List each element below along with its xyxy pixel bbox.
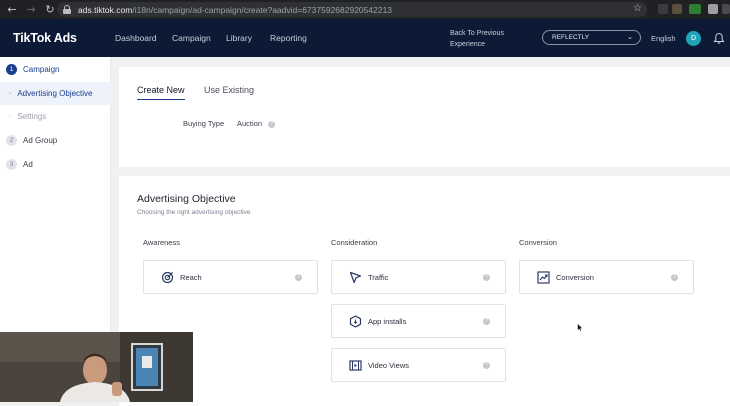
film-icon — [349, 360, 362, 371]
top-navbar: TikTok Ads Dashboard Campaign Library Re… — [0, 19, 730, 57]
extension-icon[interactable] — [722, 4, 730, 14]
sidebar-item-label: Campaign — [23, 65, 60, 74]
account-name: REFLECTLY — [552, 34, 590, 41]
main-content: Create New Use Existing Buying Type Auct… — [111, 57, 730, 406]
tab-use-existing[interactable]: Use Existing — [204, 85, 254, 99]
objective-label: Reach — [180, 273, 202, 282]
forward-arrow-icon[interactable]: → — [24, 3, 38, 17]
sidebar-item-label: Ad — [23, 160, 33, 169]
address-bar[interactable]: ads.tiktok.com/i18n/campaign/ad-campaign… — [57, 2, 647, 17]
tab-create-new[interactable]: Create New — [137, 85, 185, 100]
objective-card: Advertising Objective Choosing the right… — [119, 176, 730, 406]
section-title: Advertising Objective — [137, 193, 236, 205]
mouse-cursor-icon — [577, 323, 583, 332]
sidebar-item-label: Settings — [17, 112, 47, 121]
cursor-arrow-icon — [349, 271, 362, 284]
tiktok-ads-logo[interactable]: TikTok Ads — [13, 31, 77, 45]
presenter-video-image — [0, 332, 193, 402]
sidebar-item-ad[interactable]: 3 Ad — [0, 153, 111, 176]
back-to-previous-link[interactable]: Back To Previous Experience — [450, 28, 520, 50]
sub-step-marker: · — [9, 90, 12, 97]
objective-label: Traffic — [368, 273, 389, 282]
app-box-icon — [349, 315, 362, 328]
extension-icon[interactable] — [689, 4, 701, 14]
help-icon[interactable]: ? — [483, 274, 490, 281]
sub-step-marker: · — [9, 113, 12, 120]
lock-icon — [63, 5, 71, 14]
nav-reporting[interactable]: Reporting — [270, 33, 307, 43]
trend-chart-icon — [537, 271, 550, 284]
sidebar-item-label: Advertising Objective — [17, 89, 93, 98]
webcam-overlay — [0, 332, 193, 402]
sidebar-item-ad-group[interactable]: 2 Ad Group — [0, 129, 111, 152]
section-subtitle: Choosing the right advertising objective — [137, 209, 251, 216]
reload-icon[interactable]: ↻ — [43, 3, 57, 17]
objective-reach[interactable]: Reach ? — [143, 260, 318, 294]
url-text: ads.tiktok.com/i18n/campaign/ad-campaign… — [78, 4, 393, 15]
nav-campaign[interactable]: Campaign — [172, 33, 211, 43]
help-icon[interactable]: ? — [483, 362, 490, 369]
help-icon[interactable]: ? — [671, 274, 678, 281]
bookmark-star-icon[interactable]: ☆ — [633, 3, 642, 14]
campaign-card: Create New Use Existing Buying Type Auct… — [119, 67, 730, 167]
sidebar-item-label: Ad Group — [23, 136, 58, 145]
sidebar-item-advertising-objective[interactable]: · Advertising Objective — [0, 82, 111, 105]
language-selector[interactable]: English — [651, 34, 676, 43]
column-title-consideration: Consideration — [331, 238, 378, 247]
back-link-line1: Back To Previous — [450, 30, 504, 37]
extension-icon[interactable] — [672, 4, 682, 14]
back-link-line2: Experience — [450, 41, 486, 48]
nav-dashboard[interactable]: Dashboard — [115, 33, 157, 43]
column-title-awareness: Awareness — [143, 238, 180, 247]
back-arrow-icon[interactable]: ← — [5, 3, 19, 17]
buying-type-field[interactable]: Auction ? — [237, 119, 276, 128]
account-selector[interactable]: REFLECTLY ⌄ — [542, 30, 641, 45]
extension-icon[interactable] — [658, 4, 668, 14]
column-title-conversion: Conversion — [519, 238, 557, 247]
step-number: 1 — [6, 64, 17, 75]
chevron-down-icon: ⌄ — [627, 33, 633, 41]
objective-label: App installs — [368, 317, 407, 326]
sidebar-item-campaign[interactable]: 1 Campaign — [0, 58, 111, 81]
objective-label: Conversion — [556, 273, 594, 282]
step-number: 3 — [6, 159, 17, 170]
browser-toolbar: ← → ↻ ads.tiktok.com/i18n/campaign/ad-ca… — [0, 0, 730, 19]
help-icon[interactable]: ? — [295, 274, 302, 281]
extension-icon[interactable] — [708, 4, 718, 14]
sidebar-item-settings[interactable]: · Settings — [0, 105, 111, 128]
buying-type-value: Auction — [237, 119, 263, 128]
step-number: 2 — [6, 135, 17, 146]
bell-icon[interactable] — [713, 32, 725, 45]
buying-type-label: Buying Type — [183, 119, 225, 128]
objective-conversion[interactable]: Conversion ? — [519, 260, 694, 294]
nav-library[interactable]: Library — [226, 33, 252, 43]
target-icon — [161, 271, 174, 284]
objective-video-views[interactable]: Video Views ? — [331, 348, 506, 382]
avatar[interactable]: D — [686, 31, 701, 46]
objective-label: Video Views — [368, 361, 410, 370]
help-icon[interactable]: ? — [268, 120, 276, 128]
help-icon[interactable]: ? — [483, 318, 490, 325]
objective-traffic[interactable]: Traffic ? — [331, 260, 506, 294]
objective-app-installs[interactable]: App installs ? — [331, 304, 506, 338]
